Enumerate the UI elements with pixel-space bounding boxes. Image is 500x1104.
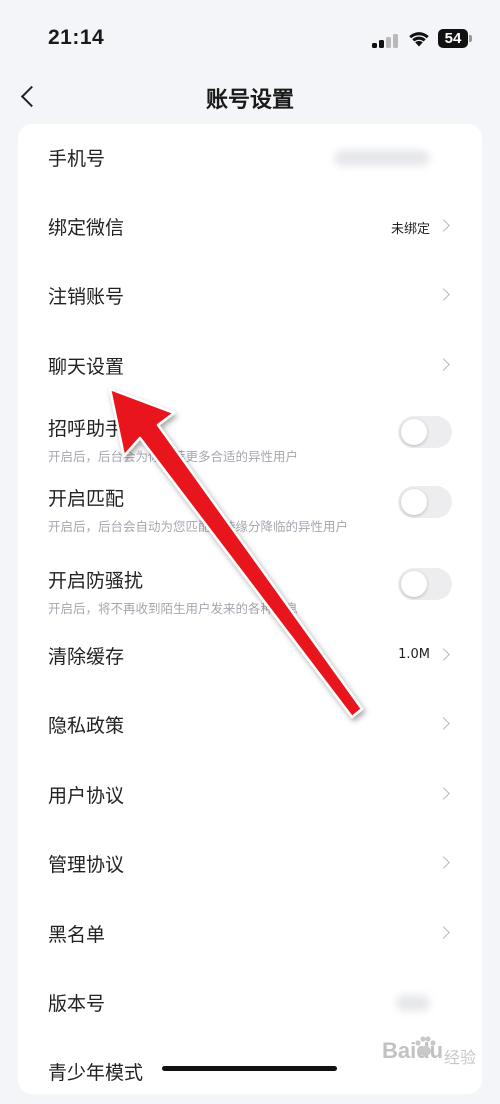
row-cancel-account[interactable]: 注销账号 [18,268,482,328]
row-value: 1.0M [398,647,430,662]
toggle-label: 开启防骚扰 [48,570,144,592]
chevron-right-icon [437,926,450,939]
toggle-label: 招呼助手 [48,418,125,440]
row-label: 青少年模式 [48,1062,144,1084]
row-label: 隐私政策 [48,715,125,737]
chevron-right-icon [437,648,450,661]
row-label: 注销账号 [48,286,125,308]
baidu-jingyan-watermark: Baidu 经验 [382,1030,494,1074]
toggle-description: 开启后，将不再收到陌生用户发来的各种消息 [48,601,299,616]
row-privacy-policy[interactable]: 隐私政策 [18,697,482,757]
matching-switch[interactable] [398,486,452,518]
row-clear-cache[interactable]: 清除缓存 1.0M [18,628,482,688]
battery-icon: 54 [438,29,472,48]
row-label: 黑名单 [48,924,106,946]
row-label: 聊天设置 [48,356,125,378]
phone-value-masked [334,150,430,166]
row-label: 管理协议 [48,854,125,876]
row-chat-settings[interactable]: 聊天设置 [18,338,482,398]
settings-card: 手机号 绑定微信 未绑定 注销账号 聊天设置 招呼助手 开启后，后台会为你推荐更… [18,124,482,1094]
toggle-description: 开启后，后台会为你推荐更多合适的异性用户 [48,449,299,464]
row-label: 清除缓存 [48,646,125,668]
row-blacklist[interactable]: 黑名单 [18,906,482,966]
toggle-row-anti-harassment: 开启防骚扰 开启后，将不再收到陌生用户发来的各种消息 [18,566,482,626]
status-bar: 21:14 54 [0,0,500,80]
row-label: 用户协议 [48,785,125,807]
toggle-row-greeting-assistant: 招呼助手 开启后，后台会为你推荐更多合适的异性用户 [18,414,482,474]
row-bind-wechat[interactable]: 绑定微信 未绑定 [18,199,482,259]
chevron-right-icon [437,717,450,730]
chevron-right-icon [437,219,450,232]
chevron-right-icon [437,856,450,869]
toggle-label: 开启匹配 [48,488,125,510]
row-phone[interactable]: 手机号 [18,130,482,190]
row-label: 手机号 [48,148,106,170]
nav-bar: 账号设置 [0,70,500,122]
row-label: 绑定微信 [48,217,125,239]
version-value-masked [396,995,430,1011]
toggle-row-matching: 开启匹配 开启后，后台会自动为您匹配等待缘分降临的异性用户 [18,484,482,558]
wifi-icon [409,32,429,47]
row-management-agreement[interactable]: 管理协议 [18,836,482,896]
status-time: 21:14 [48,26,105,49]
battery-level: 54 [438,29,468,48]
toggle-description: 开启后，后台会自动为您匹配等待缘分降临的异性用户 [48,519,349,534]
greeting-assistant-switch[interactable] [398,416,452,448]
paw-logo-icon [415,1036,436,1056]
chevron-right-icon [437,288,450,301]
row-label: 版本号 [48,993,106,1015]
home-indicator[interactable] [162,1066,337,1071]
row-value: 未绑定 [390,222,430,237]
watermark-sub: 经验 [444,1048,477,1067]
chevron-right-icon [437,358,450,371]
cellular-signal-icon [372,34,400,48]
anti-harassment-switch[interactable] [398,568,452,600]
row-version: 版本号 [18,975,482,1035]
row-user-agreement[interactable]: 用户协议 [18,767,482,827]
chevron-right-icon [437,787,450,800]
page-title: 账号设置 [205,88,294,113]
